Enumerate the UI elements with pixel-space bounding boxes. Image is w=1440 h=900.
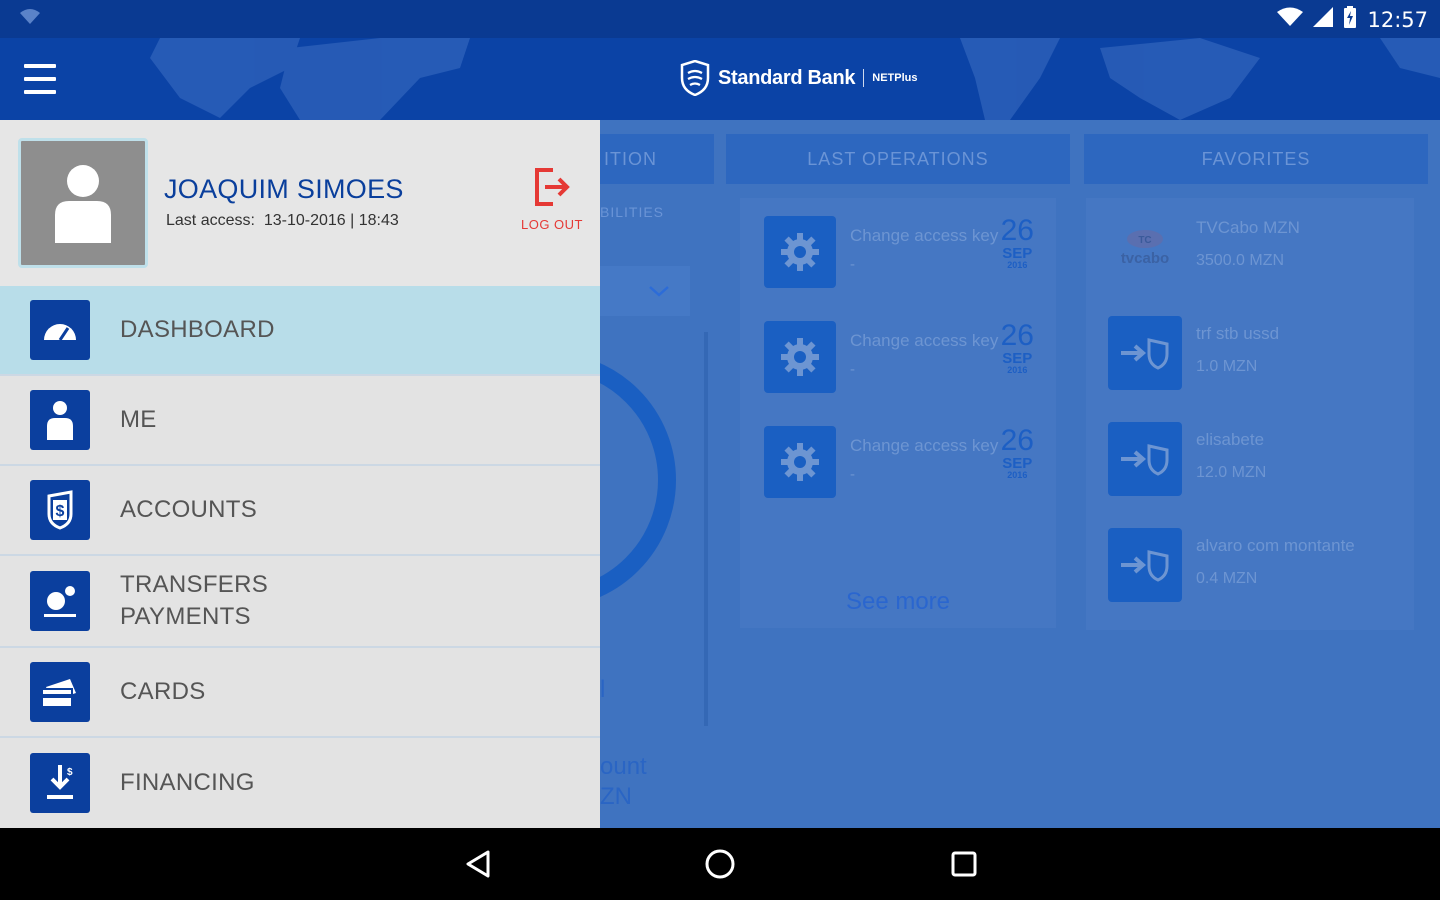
operation-row[interactable]: Change access key - 26 SEP 2016 [740,408,1056,500]
svg-text:$: $ [67,767,73,778]
user-name: JOAQUIM SIMOES [164,174,404,204]
chevron-down-icon [649,286,669,297]
position-text: l [600,676,606,703]
financing-icon: $ [30,753,90,813]
cell-signal-icon [1313,7,1334,33]
logout-button[interactable]: LOG OUT [512,166,592,232]
brand-name: Standard Bank [718,66,856,89]
operation-row[interactable]: Change access key - 26 SEP 2016 [740,303,1056,395]
svg-text:TC: TC [1138,235,1151,246]
status-bar: 12:57 [0,0,1440,38]
operation-row[interactable]: Change access key - 26 SEP 2016 [740,198,1056,290]
account-select[interactable] [600,266,690,316]
favorite-row[interactable]: trf stb ussd 1.0 MZN [1086,304,1414,402]
position-header: ITION [600,134,714,184]
account-text: ount ZN [600,753,647,810]
menu-button[interactable] [24,64,56,94]
operation-date: 26 SEP 2016 [1000,214,1034,270]
home-circle-icon [705,849,735,879]
back-triangle-icon [466,850,490,878]
home-button[interactable] [700,844,740,884]
last-operations-panel: Change access key - 26 SEP 2016 Change a… [740,198,1056,628]
card-icon [30,662,90,722]
notification-icon [18,8,42,31]
svg-text:$: $ [56,503,65,520]
favorite-row[interactable]: alvaro com montante 0.4 MZN [1086,516,1414,614]
transfer-arrow-icon [1108,528,1182,602]
transfer-icon [30,571,90,631]
shield-logo-icon [680,60,710,96]
gear-icon [764,426,836,498]
battery-icon [1343,6,1357,34]
avatar[interactable] [18,138,148,268]
brand-subname: NETPlus [872,72,918,84]
menu-item-cards[interactable]: CARDS [0,648,600,738]
gauge-icon [30,300,90,360]
logout-icon [535,168,570,206]
transfer-arrow-icon [1108,316,1182,390]
last-operations-header: LAST OPERATIONS [726,134,1070,184]
recents-square-icon [951,851,977,877]
favorite-row[interactable]: elisabete 12.0 MZN [1086,410,1414,508]
gear-icon [764,216,836,288]
wifi-icon [1277,7,1304,33]
operation-date: 26 SEP 2016 [1000,424,1034,480]
menu-item-financing[interactable]: $ FINANCING [0,738,600,828]
back-button[interactable] [458,844,498,884]
menu-item-transfers-payments[interactable]: TRANSFERS PAYMENTS [0,556,600,648]
gear-icon [764,321,836,393]
profile-header: JOAQUIM SIMOES Last access: 13-10-2016 |… [0,120,600,286]
liabilities-label: BILITIES [600,204,665,220]
menu-item-dashboard[interactable]: DASHBOARD [0,286,600,376]
tvcabo-logo: TC tvcabo [1108,210,1182,284]
clock: 12:57 [1367,8,1428,32]
see-more-link[interactable]: See more [740,588,1056,616]
menu-item-me[interactable]: ME [0,376,600,466]
app-bar: Standard Bank NETPlus [0,38,1440,120]
recents-button[interactable] [944,844,984,884]
person-icon [30,390,90,450]
favorites-header: FAVORITES [1084,134,1428,184]
system-nav-bar [0,828,1440,900]
navigation-drawer: JOAQUIM SIMOES Last access: 13-10-2016 |… [0,120,600,828]
favorite-row[interactable]: TC tvcabo TVCabo MZN 3500.0 MZN [1086,198,1414,296]
person-avatar-icon [55,165,111,243]
favorites-panel: TC tvcabo TVCabo MZN 3500.0 MZN trf stb … [1086,198,1414,630]
last-access: Last access: 13-10-2016 | 18:43 [166,212,399,229]
brand-logo: Standard Bank NETPlus [680,60,917,96]
menu-item-accounts[interactable]: $ ACCOUNTS [0,466,600,556]
transfer-arrow-icon [1108,422,1182,496]
dollar-shield-icon: $ [30,480,90,540]
operation-date: 26 SEP 2016 [1000,319,1034,375]
